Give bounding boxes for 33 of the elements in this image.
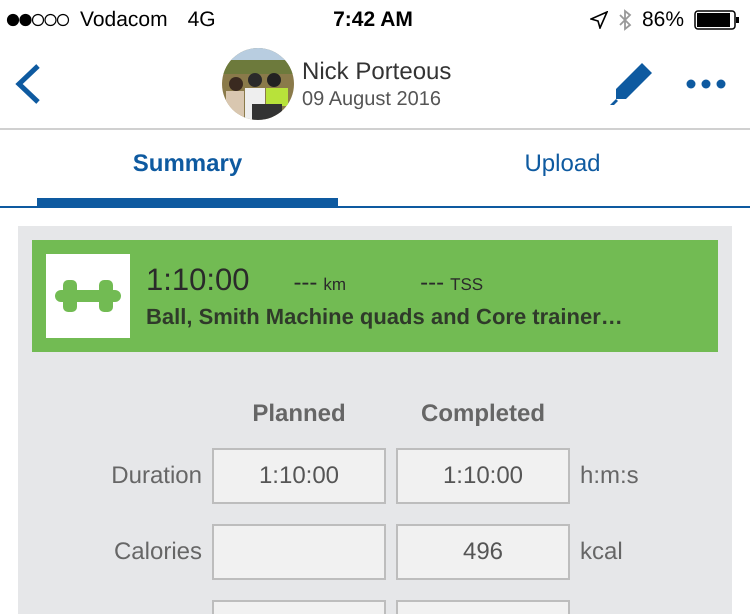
tab[interactable]: Upload xyxy=(412,130,713,206)
unit-label: kcal xyxy=(580,538,624,566)
dumbbell-icon xyxy=(46,254,130,338)
column-header: Completed xyxy=(420,400,546,428)
status-time: 7:42 AM xyxy=(333,8,413,32)
back-icon[interactable] xyxy=(14,63,42,105)
signal-icon xyxy=(6,13,70,27)
workout-date: 09 August 2016 xyxy=(302,88,442,110)
carrier-name: Vodacom xyxy=(80,8,168,32)
more-icon[interactable] xyxy=(686,79,726,89)
battery-icon xyxy=(694,10,740,30)
row-label: Duration xyxy=(110,462,202,490)
tss-unit: TSS xyxy=(450,275,484,294)
workout-duration: 1:10:00 xyxy=(146,262,250,298)
row-label: Calories xyxy=(112,538,202,566)
planned-field[interactable]: 1:10:00 xyxy=(212,448,386,504)
location-icon xyxy=(590,11,608,29)
completed-field[interactable]: 496 xyxy=(396,524,570,580)
planned-field[interactable] xyxy=(212,524,386,580)
distance-unit: km xyxy=(323,275,346,294)
network-type: 4G xyxy=(188,8,216,32)
unit-label: h:m:s xyxy=(580,462,640,490)
workout-title: Ball, Smith Machine quads and Core trainer… xyxy=(146,304,623,330)
bluetooth-icon xyxy=(618,9,632,31)
column-header: Planned xyxy=(251,400,347,428)
workout-card[interactable]: 1:10:00 --- km --- TSS Ball, Smith Machine quads and Core trainer… xyxy=(32,240,718,352)
tss-value: --- xyxy=(420,269,444,296)
user-name: Nick Porteous xyxy=(302,58,452,86)
tab[interactable]: Summary xyxy=(37,130,338,206)
completed-field[interactable]: 1:10:00 xyxy=(396,448,570,504)
battery-percent: 86% xyxy=(642,8,684,32)
distance-value: --- xyxy=(293,269,318,296)
edit-icon[interactable] xyxy=(608,61,654,107)
